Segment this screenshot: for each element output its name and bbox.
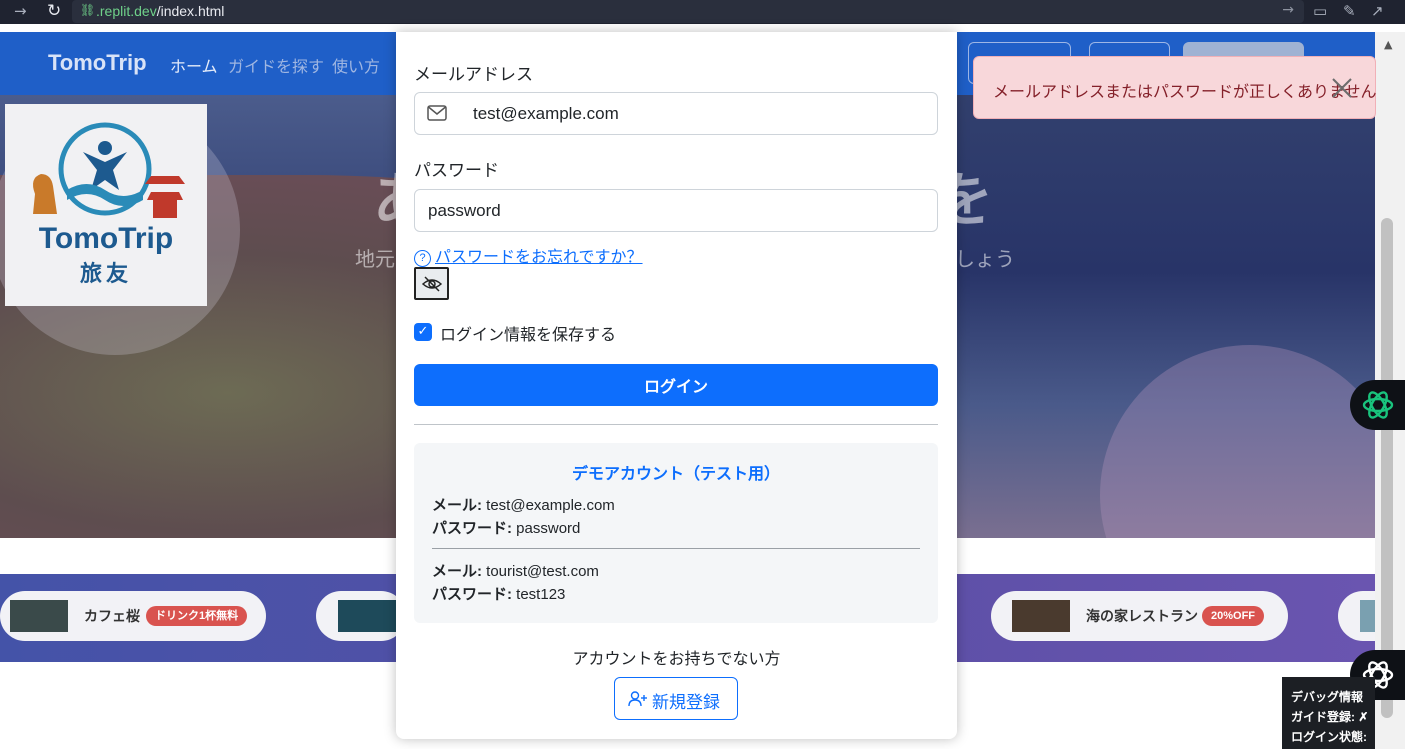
reload-icon[interactable]: ↻: [47, 1, 61, 21]
demo-account-1-email: メール: test@example.com: [432, 497, 615, 514]
demo-separator: [432, 548, 920, 549]
password-label: パスワード: [414, 161, 499, 180]
toast-message: メールアドレスまたはパスワードが正しくありません: [993, 84, 1377, 101]
email-field[interactable]: test@example.com: [414, 92, 938, 135]
close-icon[interactable]: [1329, 75, 1355, 101]
browser-toolbar: → ↻ ⛓ .replit.dev/index.html → ▭ ✎ ↗: [0, 0, 1405, 24]
promo-name: カフェ桜: [84, 608, 140, 624]
debug-guide-status: ガイド登録: ✗: [1291, 710, 1369, 724]
email-value: test@example.com: [473, 104, 619, 123]
promo-card-partial[interactable]: [1338, 591, 1375, 641]
promo-thumbnail: [10, 600, 68, 632]
nav-home[interactable]: ホーム: [170, 53, 218, 77]
promo-card-restaurant[interactable]: 海の家レストラン 20%OFF: [991, 591, 1288, 641]
promo-thumbnail: [1012, 600, 1070, 632]
promo-badge: ドリンク1杯無料: [146, 606, 248, 626]
scroll-thumb[interactable]: [1381, 218, 1393, 718]
wrench-icon[interactable]: ✎: [1343, 2, 1356, 20]
device-icon[interactable]: ▭: [1313, 2, 1327, 20]
logo-card: TomoTrip 旅友: [5, 104, 207, 306]
promo-card-diving[interactable]: [316, 591, 406, 641]
openai-icon: [1362, 391, 1394, 419]
toggle-password-visibility-button[interactable]: [414, 267, 449, 300]
password-value: password: [428, 201, 501, 220]
email-label: メールアドレス: [414, 65, 533, 84]
debug-login-status: ログイン状態: ✗: [1291, 730, 1367, 744]
demo-account-2-password: パスワード: test123: [432, 586, 566, 603]
login-button[interactable]: ログイン: [414, 364, 938, 406]
promo-name: 海の家レストラン: [1086, 608, 1198, 624]
url-text: .replit.dev/index.html: [96, 3, 225, 19]
divider: [414, 424, 938, 425]
logo-text-en: TomoTrip: [38, 222, 174, 255]
person-plus-icon: [628, 691, 647, 707]
nav-find-guides[interactable]: ガイドを探す: [228, 53, 324, 77]
question-circle-icon: ?: [414, 250, 431, 267]
forward-arrow-icon[interactable]: →: [14, 2, 27, 20]
password-field[interactable]: password: [414, 189, 938, 232]
hero-subtitle-fragment-right: しょう: [955, 249, 1015, 271]
open-external-icon[interactable]: ↗: [1371, 2, 1384, 20]
link-icon: ⛓: [80, 3, 96, 17]
promo-card-cafe[interactable]: カフェ桜 ドリンク1杯無料: [0, 591, 266, 641]
error-toast: メールアドレスまたはパスワードが正しくありません: [973, 56, 1377, 119]
envelope-icon: [427, 105, 447, 121]
forgot-password-link[interactable]: ? パスワードをお忘れですか？: [414, 243, 643, 267]
address-bar[interactable]: ⛓ .replit.dev/index.html →: [72, 0, 1304, 23]
remember-me-label: ログイン情報を保存する: [440, 327, 617, 344]
register-label: 新規登録: [652, 693, 720, 712]
ai-assistant-button[interactable]: [1350, 380, 1405, 430]
demo-account-1-password: パスワード: password: [432, 520, 581, 537]
go-arrow-icon[interactable]: →: [1282, 2, 1294, 18]
logo-text-jp: 旅友: [79, 261, 132, 286]
demo-accounts-title: デモアカウント（テスト用）: [571, 466, 780, 483]
hero-subtitle-fragment-left: 地元: [355, 249, 395, 271]
demo-account-2-email: メール: tourist@test.com: [432, 563, 599, 580]
no-account-text: アカウントをお持ちでない方: [572, 651, 781, 668]
promo-thumbnail: [1360, 600, 1375, 632]
scroll-up-icon[interactable]: ▲: [1384, 38, 1392, 51]
remember-me-checkbox[interactable]: ✓: [414, 323, 432, 341]
promo-badge: 20%OFF: [1202, 606, 1265, 626]
site-brand[interactable]: TomoTrip: [48, 50, 147, 76]
login-modal: メールアドレス test@example.com パスワード password …: [396, 32, 957, 739]
debug-title: デバッグ情報: [1291, 690, 1364, 704]
register-button[interactable]: 新規登録: [614, 677, 738, 720]
nav-how-to[interactable]: 使い方: [332, 53, 380, 77]
demo-accounts-box: デモアカウント（テスト用） メール: test@example.com パスワー…: [414, 443, 938, 623]
eye-slash-icon: [422, 276, 442, 292]
promo-thumbnail: [338, 600, 396, 632]
tomotrip-logo-icon: [33, 122, 185, 218]
debug-panel: デバッグ情報 ガイド登録: ✗ ログイン状態: ✗: [1282, 677, 1375, 749]
